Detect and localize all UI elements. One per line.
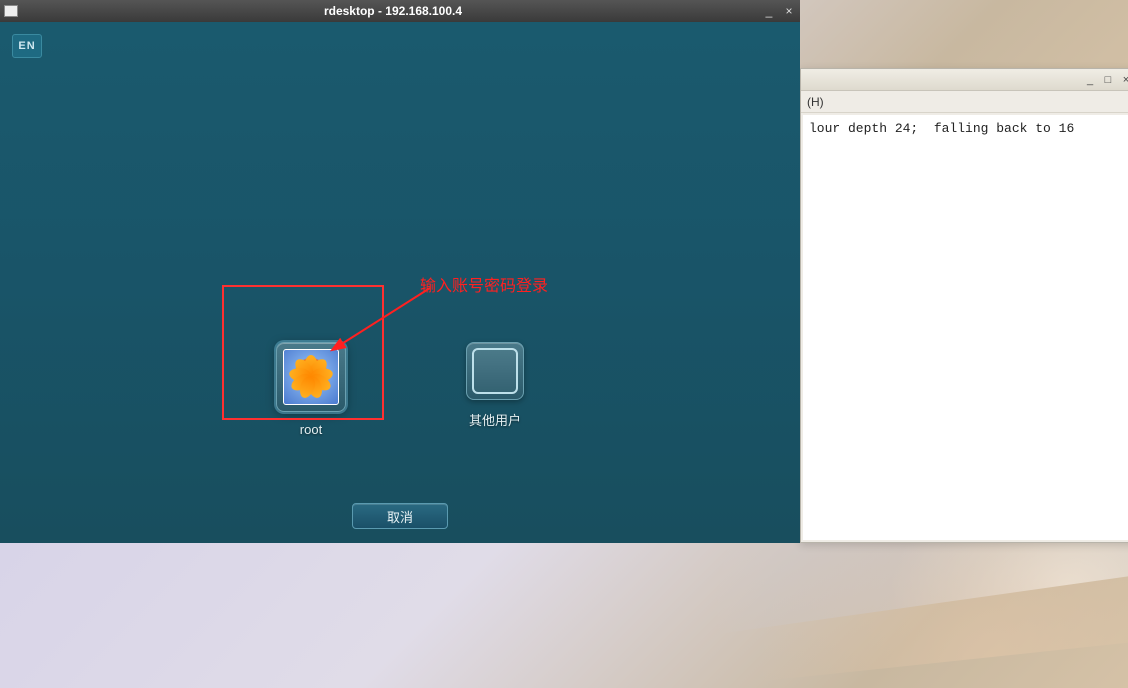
minimize-button[interactable]: _ [762,4,776,18]
terminal-maximize-button[interactable]: □ [1101,74,1115,86]
user-tile-other[interactable]: 其他用户 [466,342,524,437]
user-tile-label: root [300,422,322,437]
terminal-menubar[interactable]: (H) [801,91,1128,113]
user-tile-label: 其他用户 [469,410,521,429]
terminal-close-button[interactable]: × [1119,74,1128,86]
terminal-menu-item-help[interactable]: (H) [807,95,824,109]
rdesktop-window: rdesktop - 192.168.100.4 _ × EN root [0,0,800,543]
terminal-titlebar[interactable]: _ □ × [801,69,1128,91]
ime-indicator[interactable]: EN [12,34,42,58]
window-icon [4,5,18,17]
close-button[interactable]: × [782,4,796,18]
other-user-frame [466,342,524,400]
login-screen: EN root 其他用户 取消 [0,22,800,543]
flower-avatar-icon [283,349,339,405]
user-avatar-frame [276,342,346,412]
titlebar[interactable]: rdesktop - 192.168.100.4 _ × [0,0,800,22]
user-tile-root[interactable]: root [276,342,346,437]
user-tiles-row: root 其他用户 [0,342,800,437]
terminal-output[interactable]: lour depth 24; falling back to 16 [803,115,1128,540]
terminal-minimize-button[interactable]: _ [1083,74,1097,86]
window-title: rdesktop - 192.168.100.4 [24,4,762,18]
cancel-button-label: 取消 [387,507,413,526]
cancel-button[interactable]: 取消 [352,503,448,529]
blank-user-icon [472,348,518,394]
terminal-window: _ □ × (H) lour depth 24; falling back to… [800,68,1128,543]
